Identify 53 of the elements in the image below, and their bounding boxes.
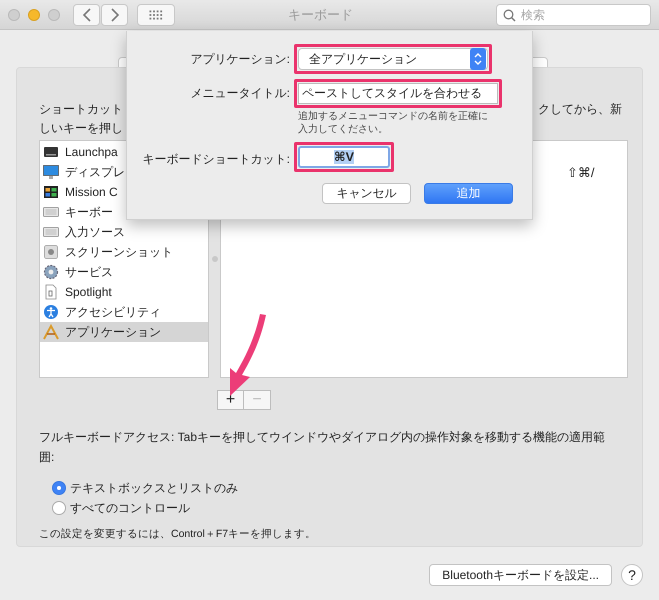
field-label: アプリケーション: bbox=[190, 50, 290, 68]
field-label: キーボードショートカット: bbox=[142, 150, 290, 168]
category-item[interactable]: アプリケーション bbox=[40, 322, 208, 342]
minimize-button[interactable] bbox=[28, 8, 40, 20]
show-all-button[interactable] bbox=[137, 4, 175, 26]
category-item[interactable]: Mission C bbox=[40, 182, 208, 202]
radio-label: テキストボックスとリストのみ bbox=[70, 480, 238, 496]
category-item[interactable]: アクセシビリティ bbox=[40, 302, 208, 322]
keyboard-icon bbox=[43, 224, 59, 240]
forward-button[interactable] bbox=[101, 4, 128, 26]
description-text: フルキーボードアクセス: Tabキーを押してウインドウやダイアログ内の操作対象を移動する機能の適用範囲: bbox=[39, 429, 606, 466]
note-text: この設定を変更するには、Control＋F7キーを押します。 bbox=[39, 527, 318, 541]
gear-icon bbox=[43, 264, 59, 280]
radio-label: すべてのコントロール bbox=[70, 500, 190, 516]
camera-icon bbox=[43, 244, 59, 260]
category-item[interactable]: Spotlight bbox=[40, 282, 208, 302]
radio-button[interactable] bbox=[52, 501, 66, 515]
search-field[interactable]: 検索 bbox=[496, 4, 651, 26]
letter-a-tools-icon bbox=[43, 324, 59, 340]
dark-screen-icon bbox=[43, 144, 59, 160]
zoom-button[interactable] bbox=[48, 8, 60, 20]
add-button[interactable]: + bbox=[217, 390, 244, 410]
close-button[interactable] bbox=[8, 8, 20, 20]
help-button[interactable]: ? bbox=[621, 564, 643, 586]
monitor-icon bbox=[43, 164, 59, 180]
keyboard-icon bbox=[43, 204, 59, 220]
splitter-handle[interactable] bbox=[212, 256, 218, 262]
cancel-button[interactable]: キャンセル bbox=[322, 183, 411, 204]
window-title: キーボード bbox=[287, 6, 354, 24]
setup-button[interactable]: Bluetoothキーボードを設定... bbox=[429, 564, 612, 586]
category-item[interactable]: キーボー bbox=[40, 202, 208, 222]
shortcut-keys: ⇧⌘/ bbox=[567, 165, 595, 181]
field-label: メニュータイトル: bbox=[190, 85, 290, 102]
grid-icon bbox=[149, 10, 163, 20]
back-button[interactable] bbox=[73, 4, 100, 26]
shortcut-field[interactable]: ⌘V bbox=[298, 146, 390, 168]
accessibility-icon bbox=[43, 304, 59, 320]
category-item[interactable]: 入力ソース bbox=[40, 222, 208, 242]
chevron-right-icon bbox=[110, 8, 120, 22]
instruction-text: ショートカット bbox=[39, 101, 123, 118]
instruction-text: しいキーを押し bbox=[39, 120, 123, 137]
instruction-text: クしてから、新 bbox=[538, 101, 622, 118]
category-item[interactable]: サービス bbox=[40, 262, 208, 282]
search-icon bbox=[503, 8, 516, 22]
chevron-left-icon bbox=[82, 8, 92, 22]
app-dropdown[interactable]: 全アプリケーション bbox=[298, 48, 488, 70]
stepper-icon bbox=[470, 48, 486, 70]
title-field[interactable]: ペーストしてスタイルを合わせる bbox=[298, 83, 498, 104]
radio-button[interactable] bbox=[52, 481, 66, 495]
help-text: 追加するメニューコマンドの名前を正確に入力してください。 bbox=[297, 110, 489, 136]
document-icon bbox=[43, 284, 59, 300]
window-grid-icon bbox=[43, 184, 59, 200]
category-item[interactable]: スクリーンショット bbox=[40, 242, 208, 262]
